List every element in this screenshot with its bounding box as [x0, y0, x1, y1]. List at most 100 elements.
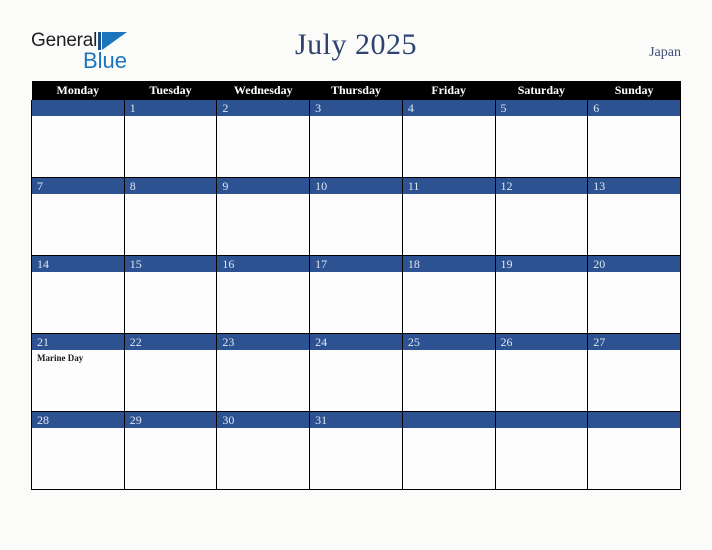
day-number: 8 [124, 178, 217, 194]
calendar-day-cell[interactable]: 15 [123, 255, 218, 334]
calendar-day-cell[interactable]: 1 [123, 100, 218, 178]
day-cell-inner: 6 [588, 100, 680, 177]
calendar-week-row: 14 15 16 17 18 19 20 [31, 255, 681, 334]
day-number: 13 [588, 178, 680, 194]
weekday-header-saturday: Saturday [495, 81, 588, 100]
calendar-day-cell[interactable]: 8 [123, 177, 218, 256]
day-number: 30 [217, 412, 310, 428]
day-cell-inner: 8 [124, 178, 217, 255]
day-cell-inner: 13 [588, 178, 680, 255]
day-number: 3 [310, 100, 402, 116]
day-cell-inner: 4 [402, 100, 495, 177]
calendar-day-cell[interactable]: 6 [587, 100, 681, 178]
day-number: 1 [124, 100, 217, 116]
calendar-day-cell[interactable]: 12 [494, 177, 589, 256]
calendar-day-cell[interactable]: 28 [31, 411, 125, 490]
calendar-day-cell[interactable]: 13 [587, 177, 681, 256]
calendar-grid: Monday Tuesday Wednesday Thursday Friday Satu… [31, 81, 681, 490]
weekday-header-monday: Monday [31, 81, 125, 100]
day-cell-inner: 24 [310, 334, 402, 411]
day-number: 16 [217, 256, 310, 272]
calendar-day-cell[interactable]: 7 [31, 177, 125, 256]
calendar-day-cell[interactable]: 21 Marine Day [31, 333, 125, 412]
day-cell-inner: 23 [217, 334, 310, 411]
calendar-empty-cell [587, 411, 681, 490]
day-cell-inner: 22 [124, 334, 217, 411]
calendar-day-cell[interactable]: 2 [216, 100, 311, 178]
holiday-label: Marine Day [37, 353, 84, 363]
calendar-day-cell[interactable]: 27 [587, 333, 681, 412]
calendar-header-row: Monday Tuesday Wednesday Thursday Friday Satu… [31, 81, 681, 100]
calendar-day-cell[interactable]: 4 [401, 100, 496, 178]
day-number: 25 [402, 334, 495, 350]
calendar-day-cell[interactable]: 30 [216, 411, 311, 490]
day-cell-inner: 18 [402, 256, 495, 333]
day-number: 4 [402, 100, 495, 116]
day-number: 2 [217, 100, 310, 116]
calendar-day-cell[interactable]: 11 [401, 177, 496, 256]
calendar-day-cell[interactable]: 22 [123, 333, 218, 412]
calendar-day-cell[interactable]: 10 [309, 177, 403, 256]
day-number: 15 [124, 256, 217, 272]
calendar-day-cell[interactable]: 26 [494, 333, 589, 412]
day-cell-inner: 5 [495, 100, 588, 177]
day-number: 29 [124, 412, 217, 428]
calendar-empty-cell [401, 411, 496, 490]
calendar-day-cell[interactable]: 31 [309, 411, 403, 490]
day-cell-inner: 10 [310, 178, 402, 255]
day-number: 28 [32, 412, 124, 428]
weekday-header-sunday: Sunday [587, 81, 681, 100]
day-number: 23 [217, 334, 310, 350]
calendar-day-cell[interactable]: 3 [309, 100, 403, 178]
day-cell-inner: 11 [402, 178, 495, 255]
weekday-header-friday: Friday [402, 81, 496, 100]
day-cell-inner: 3 [310, 100, 402, 177]
calendar-week-row: 7 8 9 10 11 12 13 [31, 177, 681, 256]
day-cell-inner: 31 [310, 412, 402, 489]
day-number: 17 [310, 256, 402, 272]
day-number: 12 [495, 178, 588, 194]
day-cell-inner: 28 [32, 412, 124, 489]
day-number: 14 [32, 256, 124, 272]
calendar-day-cell[interactable]: 9 [216, 177, 311, 256]
calendar-day-cell[interactable]: 17 [309, 255, 403, 334]
day-cell-inner [402, 412, 495, 489]
day-cell-inner: 2 [217, 100, 310, 177]
day-number: 7 [32, 178, 124, 194]
calendar-day-cell[interactable]: 14 [31, 255, 125, 334]
calendar-day-cell[interactable]: 24 [309, 333, 403, 412]
calendar-day-cell[interactable]: 29 [123, 411, 218, 490]
calendar-day-cell[interactable]: 23 [216, 333, 311, 412]
day-number: 21 [32, 334, 124, 350]
day-events: Marine Day [32, 350, 124, 364]
calendar-day-cell[interactable]: 5 [494, 100, 589, 178]
calendar-week-row: 28 29 30 31 [31, 411, 681, 490]
day-number: 19 [495, 256, 588, 272]
calendar-day-cell[interactable]: 19 [494, 255, 589, 334]
day-cell-inner: 9 [217, 178, 310, 255]
day-cell-inner: 17 [310, 256, 402, 333]
calendar-day-cell[interactable]: 18 [401, 255, 496, 334]
day-cell-inner: 21 Marine Day [32, 334, 124, 411]
day-number: 10 [310, 178, 402, 194]
calendar-day-cell[interactable]: 25 [401, 333, 496, 412]
calendar-empty-cell [31, 100, 125, 178]
day-cell-inner: 27 [588, 334, 680, 411]
calendar-day-cell[interactable]: 16 [216, 255, 311, 334]
day-number: 11 [402, 178, 495, 194]
day-cell-inner: 29 [124, 412, 217, 489]
day-number: 18 [402, 256, 495, 272]
day-cell-inner: 20 [588, 256, 680, 333]
day-cell-inner: 19 [495, 256, 588, 333]
calendar-day-cell[interactable]: 20 [587, 255, 681, 334]
weekday-header-thursday: Thursday [309, 81, 403, 100]
day-number: 22 [124, 334, 217, 350]
day-cell-inner: 7 [32, 178, 124, 255]
day-cell-inner: 1 [124, 100, 217, 177]
day-number: 6 [588, 100, 680, 116]
day-cell-inner: 16 [217, 256, 310, 333]
day-number: 26 [495, 334, 588, 350]
day-number: 27 [588, 334, 680, 350]
country-label: Japan [649, 45, 681, 60]
day-number [32, 100, 124, 116]
